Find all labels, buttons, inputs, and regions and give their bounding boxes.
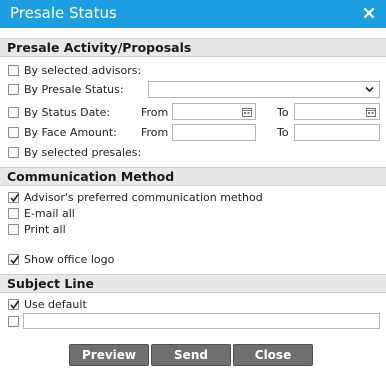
by-face-amount-label: By Face Amount: — [24, 126, 117, 139]
by-status-date-checkbox[interactable] — [8, 107, 19, 118]
checkmark-icon — [10, 300, 20, 310]
by-status-date-label: By Status Date: — [24, 106, 111, 119]
face-amount-from-input[interactable] — [172, 124, 256, 141]
section-activity-header: Presale Activity/Proposals — [0, 38, 386, 57]
section-communication-title: Communication Method — [7, 169, 175, 184]
button-bar: Preview Send Close — [0, 340, 386, 370]
calendar-icon[interactable] — [242, 107, 252, 117]
custom-subject-checkbox[interactable] — [8, 316, 19, 327]
checkmark-icon — [10, 255, 20, 265]
calendar-icon[interactable] — [366, 107, 376, 117]
section-communication-header: Communication Method — [0, 167, 386, 186]
custom-subject-input[interactable] — [23, 313, 380, 329]
status-date-to-label: To — [277, 106, 289, 119]
preferred-method-checkbox[interactable] — [8, 192, 20, 203]
show-logo-checkbox[interactable] — [8, 254, 20, 265]
print-all-label: Print all — [24, 223, 66, 236]
by-face-amount-checkbox[interactable] — [8, 127, 19, 138]
section-subject-header: Subject Line — [0, 274, 386, 293]
preview-button[interactable]: Preview — [69, 344, 149, 366]
email-all-checkbox[interactable] — [8, 208, 19, 219]
status-date-from-input[interactable] — [172, 103, 256, 120]
by-presales-label: By selected presales: — [24, 146, 142, 159]
close-icon[interactable] — [362, 6, 376, 20]
face-amount-to-input[interactable] — [294, 124, 380, 141]
title-bar: Presale Status — [0, 0, 386, 28]
by-status-label: By Presale Status: — [24, 83, 124, 96]
presale-status-select[interactable] — [148, 81, 380, 98]
email-all-label: E-mail all — [24, 207, 75, 220]
use-default-checkbox[interactable] — [8, 299, 20, 310]
by-presales-checkbox[interactable] — [8, 147, 19, 158]
use-default-label: Use default — [24, 298, 87, 311]
section-activity-title: Presale Activity/Proposals — [7, 40, 192, 55]
section-subject-title: Subject Line — [7, 276, 94, 291]
window-title: Presale Status — [10, 4, 117, 22]
by-status-checkbox[interactable] — [8, 84, 19, 95]
print-all-checkbox[interactable] — [8, 224, 19, 235]
send-button[interactable]: Send — [151, 344, 231, 366]
close-button[interactable]: Close — [233, 344, 313, 366]
chevron-down-icon — [365, 86, 374, 93]
preferred-method-label: Advisor's preferred communication method — [24, 191, 263, 204]
by-advisors-checkbox[interactable] — [8, 65, 19, 76]
face-amount-from-label: From — [141, 126, 169, 139]
face-amount-to-label: To — [277, 126, 289, 139]
show-logo-label: Show office logo — [24, 253, 115, 266]
checkmark-icon — [10, 193, 20, 203]
status-date-from-label: From — [141, 106, 169, 119]
status-date-to-input[interactable] — [294, 103, 380, 120]
by-advisors-label: By selected advisors: — [24, 64, 142, 77]
